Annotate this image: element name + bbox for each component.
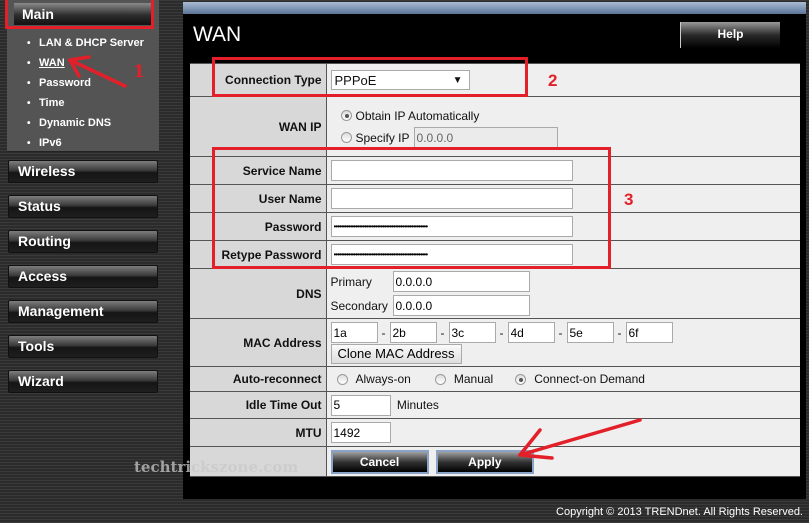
submenu-label: IPv6 — [39, 137, 62, 149]
nav-wireless[interactable]: Wireless — [8, 160, 158, 183]
manual-label: Manual — [453, 372, 494, 386]
annotation-box-credentials — [212, 147, 611, 269]
annotation-box-main — [5, 0, 154, 29]
dns-secondary-label: Secondary — [330, 298, 388, 313]
row-mtu: MTU — [190, 418, 800, 447]
cancel-button[interactable]: Cancel — [330, 449, 429, 474]
bullet-icon: • — [27, 77, 31, 89]
annotation-number-3: 3 — [624, 190, 634, 209]
clone-mac-button[interactable]: Clone MAC Address — [330, 343, 462, 364]
auto-reconnect-label: Auto-reconnect — [190, 366, 327, 392]
page-title: WAN — [193, 23, 242, 46]
specify-ip-input[interactable] — [413, 127, 558, 148]
mac-separator: - — [440, 325, 445, 340]
dns-label: DNS — [190, 268, 327, 319]
submenu-label: LAN & DHCP Server — [39, 37, 144, 49]
mac-octet-4[interactable] — [507, 322, 555, 343]
bullet-icon: • — [27, 57, 31, 69]
mac-octet-6[interactable] — [625, 322, 673, 343]
help-button[interactable]: Help — [680, 22, 780, 48]
watermark: techtrickszone.com — [134, 458, 299, 476]
main-submenu: • LAN & DHCP Server • WAN • Password • Time … — [27, 33, 144, 153]
mac-address-label: MAC Address — [190, 318, 327, 367]
always-on-label: Always-on — [355, 372, 411, 386]
submenu-label: Time — [39, 97, 65, 109]
submenu-label: WAN — [39, 57, 65, 69]
idle-timeout-label: Idle Time Out — [190, 391, 327, 419]
row-idle-timeout: Idle Time Out Minutes — [190, 391, 800, 419]
obtain-ip-label: Obtain IP Automatically — [355, 108, 480, 123]
wan-settings-form: Connection Type PPPoE ▼ WAN IP Obtain IP… — [190, 63, 800, 477]
radio-specify-ip[interactable] — [340, 132, 352, 143]
nav-wizard[interactable]: Wizard — [8, 370, 158, 393]
mac-octet-5[interactable] — [566, 322, 614, 343]
radio-obtain-ip[interactable] — [340, 110, 352, 121]
nav-status[interactable]: Status — [8, 195, 158, 218]
row-dns: DNS Primary Secondary — [190, 268, 800, 319]
submenu-label: Dynamic DNS — [39, 117, 112, 129]
row-auto-reconnect: Auto-reconnect Always-on Manual Connect-… — [190, 366, 800, 392]
copyright-text: Copyright © 2013 TRENDnet. All Rights Re… — [556, 506, 803, 518]
dns-primary-input[interactable] — [392, 271, 530, 292]
submenu-item-time[interactable]: • Time — [27, 93, 144, 113]
bullet-icon: • — [27, 97, 31, 109]
content-topbar — [183, 2, 806, 14]
apply-button[interactable]: Apply — [435, 449, 534, 474]
radio-always-on[interactable] — [336, 373, 348, 385]
submenu-item-wan[interactable]: • WAN — [27, 53, 144, 73]
row-mac-address: MAC Address - - - - - Clone MAC Address — [190, 318, 800, 367]
idle-timeout-input[interactable] — [330, 394, 391, 416]
dns-secondary-input[interactable] — [392, 295, 530, 316]
mac-octet-3[interactable] — [448, 322, 496, 343]
submenu-item-ipv6[interactable]: • IPv6 — [27, 133, 144, 153]
annotation-number-2: 2 — [548, 71, 558, 90]
mac-separator: - — [617, 325, 622, 340]
mac-octet-1[interactable] — [330, 322, 378, 343]
dns-primary-label: Primary — [330, 274, 372, 289]
mac-octet-2[interactable] — [389, 322, 437, 343]
submenu-label: Password — [39, 77, 91, 89]
idle-timeout-unit: Minutes — [396, 398, 439, 412]
annotation-box-connection-type — [212, 57, 528, 97]
submenu-item-password[interactable]: • Password — [27, 73, 144, 93]
mac-separator: - — [499, 325, 504, 340]
submenu-item-lan-dhcp[interactable]: • LAN & DHCP Server — [27, 33, 144, 53]
submenu-item-dynamic-dns[interactable]: • Dynamic DNS — [27, 113, 144, 133]
mac-separator: - — [558, 325, 563, 340]
specify-ip-label: Specify IP — [355, 130, 410, 145]
nav-tools[interactable]: Tools — [8, 335, 158, 358]
bullet-icon: • — [27, 137, 31, 149]
nav-management[interactable]: Management — [8, 300, 158, 323]
connect-on-demand-label: Connect-on Demand — [534, 372, 645, 386]
mtu-input[interactable] — [330, 422, 391, 443]
bullet-icon: • — [27, 117, 31, 129]
mac-separator: - — [381, 325, 386, 340]
nav-routing[interactable]: Routing — [8, 230, 158, 253]
mtu-label: MTU — [190, 418, 327, 447]
annotation-number-1: 1 — [133, 62, 145, 82]
radio-connect-on-demand[interactable] — [515, 373, 527, 385]
bullet-icon: • — [27, 37, 31, 49]
radio-manual[interactable] — [434, 373, 446, 385]
nav-access[interactable]: Access — [8, 265, 158, 288]
